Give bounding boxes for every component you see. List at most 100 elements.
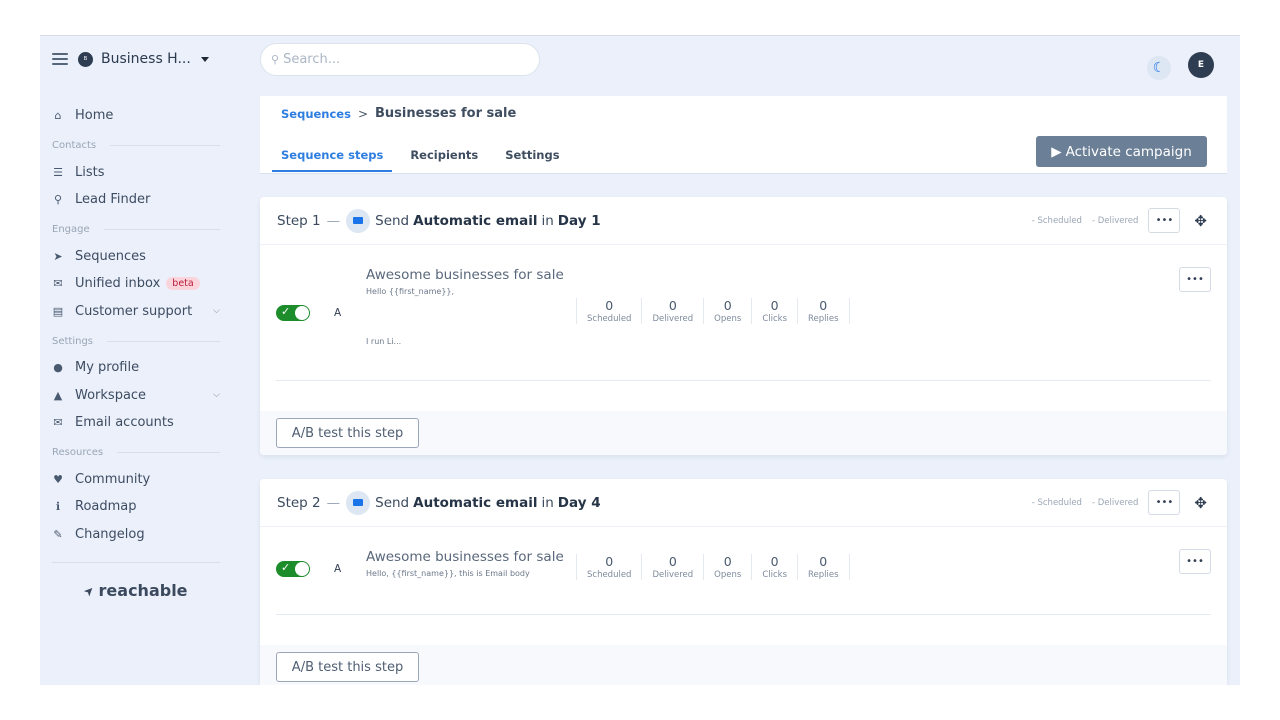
sidebar-section-contacts: Contacts — [52, 133, 220, 159]
search-input[interactable]: ⚲ Search... — [260, 43, 540, 76]
section-divider — [117, 452, 220, 453]
sidebar-item-label: Community — [75, 471, 151, 487]
chevron-down-icon[interactable]: ⌵ — [213, 306, 220, 316]
stat-label: Scheduled — [587, 570, 632, 580]
variant-enabled-toggle[interactable]: ✓ — [276, 561, 310, 577]
ellipsis-icon: ••• — [1155, 497, 1174, 508]
send-word: Send — [375, 494, 410, 511]
step-more-options-button[interactable]: ••• — [1148, 208, 1181, 233]
stat-label: Clicks — [762, 314, 787, 324]
variant-more-options-button[interactable]: ••• — [1179, 267, 1211, 292]
dash-separator: — — [326, 212, 341, 229]
drag-move-icon[interactable]: ✥ — [1194, 212, 1207, 230]
beta-badge: beta — [166, 277, 200, 291]
stat-value: 0 — [723, 554, 732, 569]
step-label: Step 1 — [277, 212, 321, 229]
sidebar-item-label: Home — [75, 108, 114, 124]
email-icon — [346, 208, 371, 233]
stat-value: 0 — [819, 298, 828, 313]
sidebar-item-label: Unified inbox — [75, 276, 161, 292]
workspace-switcher[interactable]: B Business H... — [52, 51, 209, 67]
variant-more-options-button[interactable]: ••• — [1179, 549, 1211, 574]
user-icon: ● — [53, 361, 63, 375]
workspace-name: Business H... — [101, 51, 191, 67]
tab-recipients[interactable]: Recipients — [401, 140, 487, 172]
variant-stats: 0 Scheduled 0 Delivered 0 Opens 0 Clicks 0 Re… — [576, 298, 850, 324]
email-preview-line2: I run Li... — [366, 337, 402, 346]
step-day: Day 1 — [557, 212, 601, 229]
drag-move-icon[interactable]: ✥ — [1194, 494, 1207, 512]
sidebar-item-lists[interactable]: ☰ Lists — [52, 159, 220, 187]
sidebar-item-community[interactable]: ♥ Community — [52, 466, 220, 494]
ab-test-button[interactable]: A/B test this step — [276, 652, 419, 682]
activate-campaign-button[interactable]: ▶ Activate campaign — [1036, 136, 1207, 167]
sidebar-item-unified-inbox[interactable]: ✉ Unified inbox beta — [52, 270, 220, 298]
summary-scheduled: - Scheduled — [1031, 215, 1082, 226]
sidebar-item-home[interactable]: ⌂ Home — [52, 102, 220, 130]
sidebar-item-sequences[interactable]: ➤ Sequences — [52, 243, 220, 271]
stat-opens: 0 Opens — [703, 298, 751, 324]
step-footer: A/B test this step — [260, 411, 1227, 455]
ab-test-button[interactable]: A/B test this step — [276, 418, 419, 448]
info-icon: ℹ — [55, 500, 61, 514]
step-header-actions: - Scheduled - Delivered ••• ✥ — [1032, 490, 1207, 515]
variant-enabled-toggle[interactable]: ✓ — [276, 305, 310, 321]
sidebar-item-changelog[interactable]: ✎ Changelog — [52, 521, 220, 549]
dark-mode-toggle[interactable]: ☾ — [1147, 56, 1171, 80]
sidebar-item-customer-support[interactable]: ▤ Customer support ⌵ — [52, 298, 220, 326]
tab-sequence-steps[interactable]: Sequence steps — [272, 140, 393, 172]
sidebar-item-lead-finder[interactable]: ⚲ Lead Finder — [52, 186, 220, 214]
in-word: in — [541, 494, 554, 511]
stat-label: Delivered — [652, 570, 694, 580]
stat-replies: 0 Replies — [797, 554, 850, 580]
sidebar-item-email-accounts[interactable]: ✉ Email accounts — [52, 409, 220, 437]
stat-delivered: 0 Delivered — [641, 554, 703, 580]
list-icon: ☰ — [53, 165, 63, 179]
search-placeholder: Search... — [283, 52, 341, 67]
stat-value: 0 — [605, 298, 614, 313]
step-type: Automatic email — [413, 494, 538, 511]
breadcrumb: Sequences > Businesses for sale — [281, 106, 516, 121]
sidebar-item-label: My profile — [75, 360, 140, 376]
ellipsis-icon: ••• — [1186, 274, 1204, 285]
check-icon: ✓ — [281, 305, 291, 318]
sidebar-item-roadmap[interactable]: ℹ Roadmap — [52, 493, 220, 521]
app-window: B Business H... ⌂ Home Contacts ☰ Lists ⚲ Lead… — [40, 35, 1240, 685]
sidebar-divider — [52, 562, 220, 563]
sidebar-item-my-profile[interactable]: ● My profile — [52, 354, 220, 382]
tab-settings[interactable]: Settings — [496, 140, 568, 172]
check-icon: ✓ — [281, 561, 291, 574]
section-divider — [103, 229, 220, 230]
hamburger-menu-icon[interactable] — [52, 53, 68, 65]
step-type: Automatic email — [413, 212, 538, 229]
stat-label: Clicks — [762, 570, 787, 580]
sidebar-item-label: Lists — [75, 164, 105, 180]
breadcrumb-sequences-link[interactable]: Sequences — [281, 107, 351, 121]
section-label: Engage — [52, 224, 90, 235]
sidebar-item-label: Workspace — [75, 387, 147, 403]
variant-stats: 0 Scheduled 0 Delivered 0 Opens 0 Clicks 0 Re… — [576, 554, 850, 580]
chevron-down-icon[interactable]: ⌵ — [213, 390, 220, 400]
stat-label: Opens — [714, 570, 742, 580]
email-preview-line1: Hello {{first_name}}, — [366, 287, 455, 296]
section-divider — [107, 340, 220, 342]
email-subject[interactable]: Awesome businesses for sale — [366, 549, 564, 565]
sidebar-item-label: Roadmap — [75, 499, 137, 515]
brand-name: reachable — [98, 581, 188, 600]
step-more-options-button[interactable]: ••• — [1148, 490, 1181, 515]
caret-down-icon — [200, 56, 209, 62]
sidebar-nav: ⌂ Home Contacts ☰ Lists ⚲ Lead Finder Engage ➤ Se… — [52, 102, 220, 600]
sidebar-section-resources: Resources — [52, 440, 220, 466]
summary-delivered: - Delivered — [1091, 497, 1139, 508]
sidebar-item-workspace[interactable]: ▲ Workspace ⌵ — [52, 382, 220, 410]
step-day: Day 4 — [557, 494, 601, 511]
brand-logo[interactable]: ➤ reachable — [52, 581, 220, 600]
workspace-avatar: B — [78, 51, 93, 67]
email-subject[interactable]: Awesome businesses for sale — [366, 267, 564, 283]
paper-plane-icon: ➤ — [80, 581, 99, 600]
step-card: Step 2 — Send Automatic email in Day 4 -… — [260, 479, 1227, 685]
divider — [276, 614, 1211, 615]
user-avatar[interactable]: E — [1188, 52, 1214, 78]
page-title: Businesses for sale — [375, 106, 517, 121]
divider — [276, 380, 1211, 381]
